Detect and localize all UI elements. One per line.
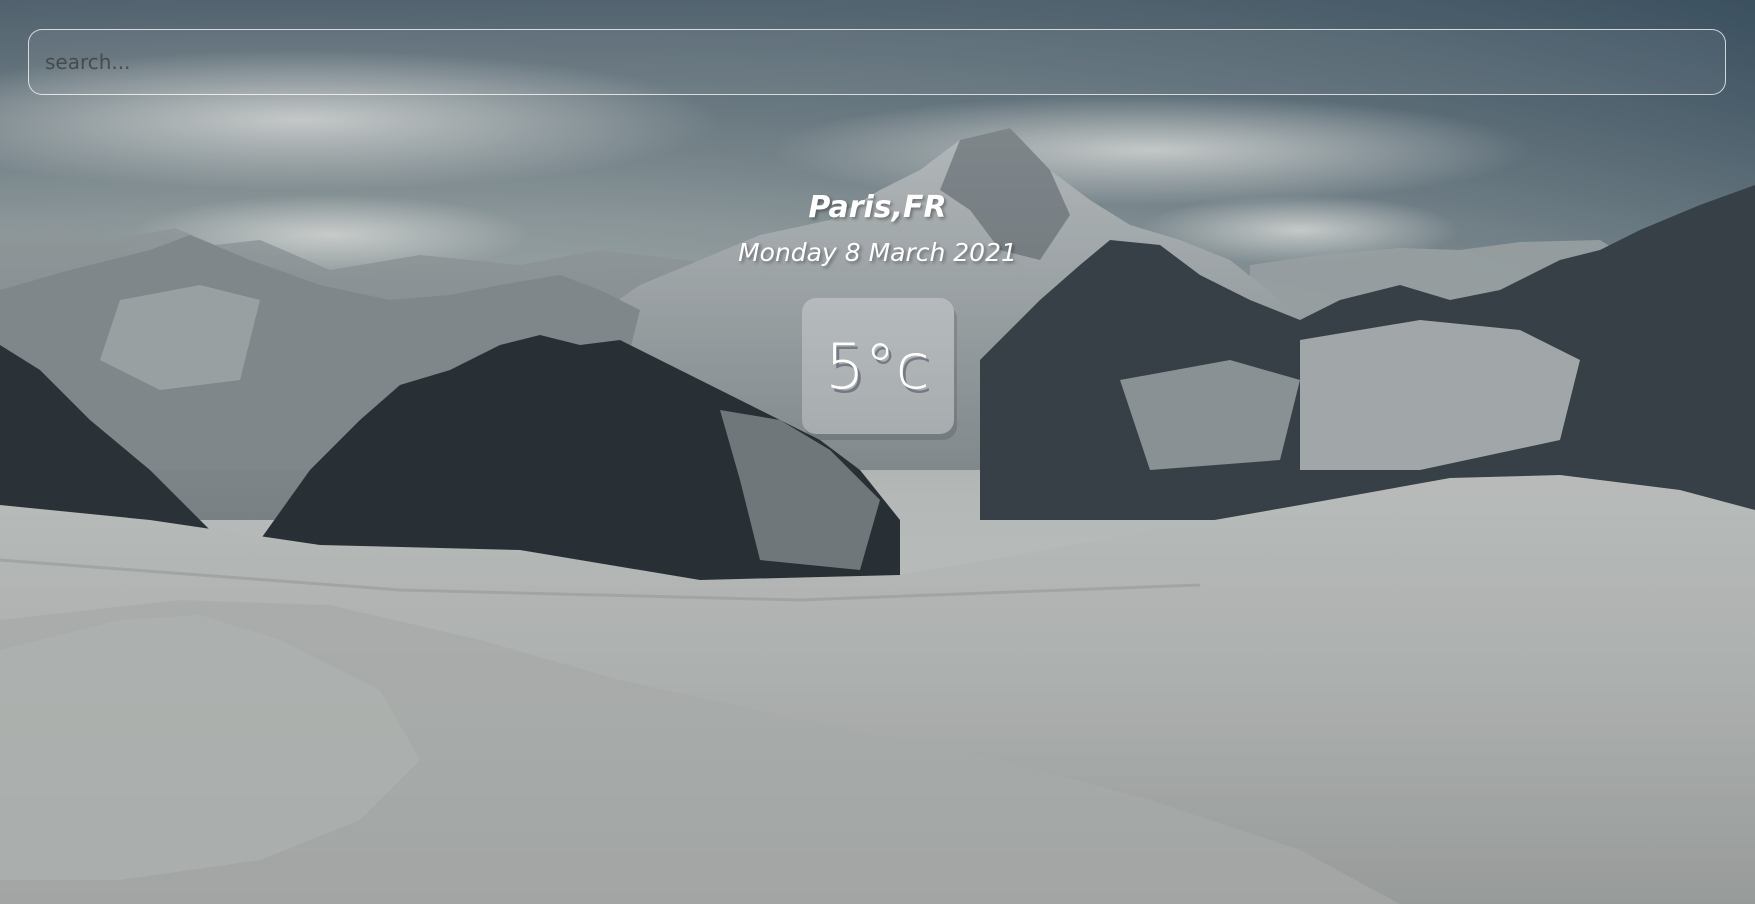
weather-box: 5°c (0, 298, 1755, 434)
temperature-display: 5°c (801, 298, 954, 434)
date-label: Monday 8 March 2021 (738, 238, 1017, 267)
mountain-background (0, 0, 1755, 904)
location-box: Paris,FR Monday 8 March 2021 (0, 186, 1755, 270)
location-label: Paris,FR (808, 190, 947, 225)
search-box (28, 29, 1726, 95)
search-input[interactable] (28, 29, 1726, 95)
